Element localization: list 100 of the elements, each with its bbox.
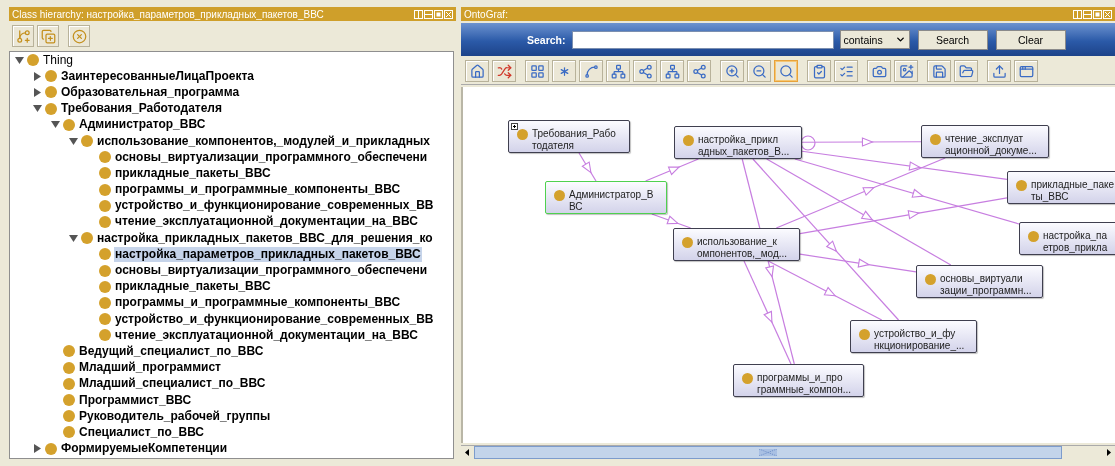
class-node[interactable]: Требования_Рабо тодателя	[508, 120, 630, 153]
node-label: устройство_и_фу нкционирование_...	[874, 328, 965, 352]
tree-item[interactable]: чтение_эксплуатационной_документации_на_ВВС	[114, 214, 419, 230]
class-icon	[45, 102, 57, 115]
class-node[interactable]: чтение_эксплуат ационной_докуме...	[921, 125, 1049, 158]
class-node[interactable]: устройство_и_фу нкционирование_...	[850, 320, 977, 353]
tree-item[interactable]: настройка_параметров_прикладных_пакетов_ВВС	[114, 246, 422, 262]
tree-item[interactable]: Программист_ВВС	[78, 392, 193, 408]
tree-item[interactable]: Младший_специалист_по_ВВС	[78, 376, 267, 392]
expanded-arrow-icon[interactable]	[69, 233, 78, 243]
self-loop	[800, 135, 816, 151]
expanded-arrow-icon[interactable]	[33, 104, 42, 114]
tree-item[interactable]: основы_виртуализации_программного_обеспечени	[114, 149, 429, 165]
toolbar-button[interactable]	[525, 60, 549, 82]
class-icon	[859, 329, 870, 340]
scroll-thumb[interactable]	[474, 446, 1062, 459]
edge-arrow	[578, 152, 597, 182]
expanded-arrow-icon[interactable]	[69, 136, 78, 146]
tree-item[interactable]: Ведущий_специалист_по_ВВС	[78, 343, 265, 359]
tree-item[interactable]: Требования_Работодателя	[60, 101, 223, 117]
tree-item[interactable]: чтение_эксплуатационной_документации_на_ВВС	[114, 327, 419, 343]
toolbar-button[interactable]	[954, 60, 978, 82]
toolbar-button[interactable]	[633, 60, 657, 82]
match-mode-dropdown[interactable]: contains	[839, 30, 910, 49]
checklist-icon	[811, 63, 827, 79]
collapsed-arrow-icon[interactable]	[33, 71, 42, 81]
tree-item[interactable]: Администратор_ВВС	[78, 117, 207, 133]
tree-item[interactable]: Руководитель_рабочей_группы	[78, 408, 272, 424]
node-label: Требования_Рабо тодателя	[532, 128, 616, 152]
collapsed-arrow-icon[interactable]	[33, 444, 42, 454]
tree-item[interactable]: настройка_прикладных_пакетов_ВВС_для_решения_ко	[96, 230, 434, 246]
toolbar-button[interactable]	[747, 60, 771, 82]
class-node[interactable]: программы_и_про граммные_компон...	[733, 364, 864, 397]
toolbar-button[interactable]	[492, 60, 516, 82]
folder-icon	[958, 63, 974, 79]
tree-item[interactable]: ФормируемыеКомпетенции	[60, 441, 229, 457]
tree-item[interactable]: ЗаинтересованныеЛицаПроекта	[60, 68, 256, 84]
tree-item[interactable]: прикладные_пакеты_ВВС	[114, 279, 272, 295]
expanded-arrow-icon[interactable]	[51, 120, 60, 130]
class-icon	[45, 86, 57, 99]
class-icon	[63, 426, 75, 439]
class-icon	[63, 361, 75, 374]
collapsed-arrow-icon[interactable]	[33, 87, 42, 97]
toolbar-button[interactable]	[579, 60, 603, 82]
class-icon	[99, 183, 111, 196]
add-sibling-button[interactable]	[37, 25, 59, 47]
tree-item[interactable]: программы_и_программные_компоненты_ВВС	[114, 182, 402, 198]
window-icon	[1018, 63, 1034, 79]
class-icon	[81, 135, 93, 148]
tree-item[interactable]: Образовательная_программа	[60, 84, 241, 100]
toolbar-button[interactable]	[807, 60, 831, 82]
tree-item[interactable]: устройство_и_функционирование_современных_ВВ	[114, 198, 435, 214]
horizontal-scrollbar[interactable]	[461, 445, 1115, 459]
class-icon	[742, 373, 753, 384]
expanded-arrow-icon[interactable]	[15, 55, 24, 65]
class-node[interactable]: настройка_прикл адных_пакетов_В...	[674, 126, 802, 159]
grid-icon	[529, 63, 545, 79]
tree-item[interactable]: Специалист_по_ВВС	[78, 424, 206, 440]
node-label: настройка_па етров_прикла	[1043, 230, 1108, 254]
class-node[interactable]: использование_к омпонентов,_мод...	[673, 228, 800, 261]
toolbar-button[interactable]	[987, 60, 1011, 82]
tree-item[interactable]: Thing	[42, 52, 75, 68]
tree-item[interactable]: программы_и_программные_компоненты_ВВС	[114, 295, 402, 311]
class-icon	[63, 345, 75, 358]
tree-item[interactable]: использование_компонентов,_модулей_и_прикладных	[96, 133, 431, 149]
tree-item[interactable]: основы_виртуализации_программного_обеспечени	[114, 263, 429, 279]
class-node[interactable]: основы_виртуали зации_программн...	[916, 265, 1043, 298]
toolbar-button[interactable]	[552, 60, 576, 82]
class-icon	[99, 296, 111, 309]
toolbar-button[interactable]	[927, 60, 951, 82]
class-icon	[925, 274, 936, 285]
toolbar-button[interactable]	[894, 60, 918, 82]
class-icon	[99, 329, 111, 342]
tree-item[interactable]: Младший_программист	[78, 360, 222, 376]
toolbar-button[interactable]	[687, 60, 711, 82]
toolbar-button[interactable]	[867, 60, 891, 82]
toolbar-button[interactable]	[774, 60, 798, 82]
toolbar-button[interactable]	[465, 60, 489, 82]
add-subclass-button[interactable]	[12, 25, 34, 47]
toolbar-button[interactable]	[720, 60, 744, 82]
copy-plus-icon	[40, 28, 56, 44]
class-node[interactable]: настройка_па етров_прикла	[1019, 222, 1115, 255]
clear-button[interactable]: Clear	[995, 29, 1066, 50]
class-icon	[27, 54, 39, 67]
class-icon	[99, 215, 111, 228]
class-node[interactable]: прикладные_паке ты_ВВС	[1007, 171, 1115, 204]
class-icon	[99, 167, 111, 180]
delete-class-button[interactable]	[68, 25, 90, 47]
toolbar-button[interactable]	[1014, 60, 1038, 82]
tree-item[interactable]: прикладные_пакеты_ВВС	[114, 165, 272, 181]
tree-icon	[664, 63, 680, 79]
tree-item[interactable]: устройство_и_функционирование_современных_ВВ	[114, 311, 435, 327]
class-node[interactable]: Администратор_В ВС	[545, 181, 667, 214]
expand-icon[interactable]	[511, 123, 518, 130]
toolbar-button[interactable]	[606, 60, 630, 82]
search-field[interactable]	[571, 30, 834, 49]
class-icon	[63, 394, 75, 407]
search-button[interactable]: Search	[917, 29, 988, 50]
toolbar-button[interactable]	[834, 60, 858, 82]
toolbar-button[interactable]	[660, 60, 684, 82]
